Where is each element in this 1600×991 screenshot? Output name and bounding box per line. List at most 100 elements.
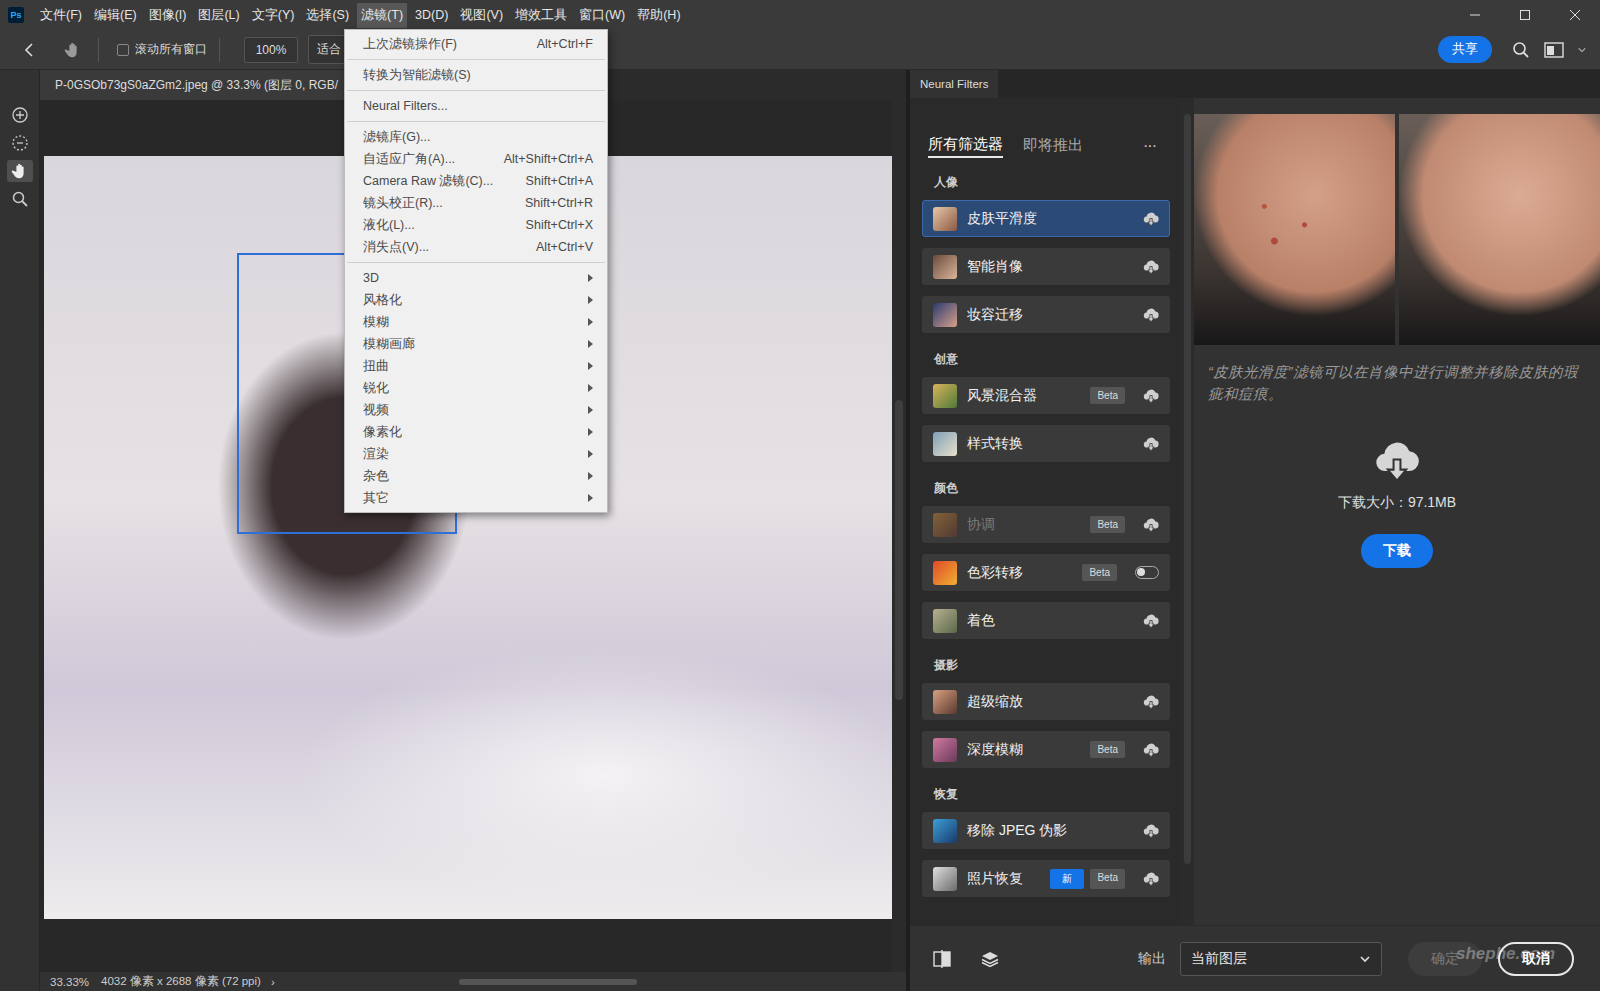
horizontal-scrollbar[interactable]	[299, 978, 886, 986]
tool-button[interactable]	[7, 104, 33, 126]
menu-item[interactable]: 窗口(W)	[575, 3, 629, 28]
filter-menu-item[interactable]: 渲染	[345, 443, 607, 465]
share-button[interactable]: 共享	[1438, 36, 1492, 63]
filter-item[interactable]: 皮肤平滑度	[922, 200, 1170, 237]
filter-thumbnail	[933, 738, 957, 762]
cloud-download-icon[interactable]	[1143, 307, 1159, 323]
cloud-download-icon[interactable]	[1143, 436, 1159, 452]
menu-item[interactable]: 3D(D)	[411, 4, 452, 26]
menu-item[interactable]: 图层(L)	[194, 3, 243, 28]
filter-item[interactable]: 色彩转移Beta	[922, 554, 1170, 591]
filter-item[interactable]: 智能肖像	[922, 248, 1170, 285]
tool-button[interactable]	[7, 160, 33, 182]
filter-menu-item[interactable]: 自适应广角(A)...Alt+Shift+Ctrl+A	[345, 148, 607, 170]
maximize-icon[interactable]	[1519, 9, 1531, 21]
watermark: shephe.com	[1456, 944, 1555, 964]
filter-item[interactable]: 超级缩放	[922, 683, 1170, 720]
minimize-icon[interactable]	[1469, 9, 1481, 21]
list-scrollbar[interactable]	[1180, 98, 1194, 925]
panel-tab[interactable]: Neural Filters	[910, 70, 998, 98]
category-title: 摄影	[934, 658, 1170, 672]
cloud-download-icon[interactable]	[1143, 259, 1159, 275]
cloud-download-icon[interactable]	[1143, 517, 1159, 533]
submenu-arrow-icon	[588, 384, 593, 392]
filter-list: 所有筛选器即将推出···人像皮肤平滑度智能肖像妆容迁移创意风景混合器Beta样式…	[910, 98, 1180, 925]
filter-tab[interactable]: 所有筛选器	[928, 135, 1003, 158]
filter-menu-item[interactable]: 3D	[345, 267, 607, 289]
app-logo[interactable]: Ps	[8, 7, 24, 23]
canvas-scrollbar[interactable]	[892, 100, 906, 972]
cloud-download-icon[interactable]	[1143, 388, 1159, 404]
status-more-button[interactable]: ›	[271, 976, 275, 988]
menu-item[interactable]: 视图(V)	[456, 3, 507, 28]
menu-item[interactable]: 选择(S)	[302, 3, 353, 28]
filter-toggle[interactable]	[1135, 566, 1159, 579]
menu-item[interactable]: 图像(I)	[145, 3, 191, 28]
menu-item[interactable]: 文字(Y)	[248, 3, 299, 28]
compare-icon[interactable]	[932, 949, 952, 969]
zoom-level[interactable]: 33.33%	[50, 976, 89, 988]
filter-menu-item[interactable]: Camera Raw 滤镜(C)...Shift+Ctrl+A	[345, 170, 607, 192]
close-icon[interactable]	[1569, 9, 1581, 21]
menu-item[interactable]: 文件(F)	[36, 3, 86, 28]
menu-item[interactable]: 帮助(H)	[633, 3, 684, 28]
filter-menu-item[interactable]: 转换为智能滤镜(S)	[345, 64, 607, 86]
filter-menu-item[interactable]: 扭曲	[345, 355, 607, 377]
filter-menu-item[interactable]: 视频	[345, 399, 607, 421]
back-icon[interactable]	[22, 42, 38, 58]
filter-menu-item[interactable]: 上次滤镜操作(F)Alt+Ctrl+F	[345, 33, 607, 55]
filter-menu-item[interactable]: 其它	[345, 487, 607, 509]
filter-menu-item[interactable]: 风格化	[345, 289, 607, 311]
filter-menu-item[interactable]: Neural Filters...	[345, 95, 607, 117]
filter-tab[interactable]: 即将推出	[1023, 136, 1083, 157]
download-size: 下载大小：97.1MB	[1338, 494, 1456, 512]
filter-menu-item[interactable]: 液化(L)...Shift+Ctrl+X	[345, 214, 607, 236]
filter-menu-item[interactable]: 模糊画廊	[345, 333, 607, 355]
filter-menu-item[interactable]: 像素化	[345, 421, 607, 443]
filter-item[interactable]: 风景混合器Beta	[922, 377, 1170, 414]
filter-item[interactable]: 移除 JPEG 伪影	[922, 812, 1170, 849]
filter-item[interactable]: 协调Beta	[922, 506, 1170, 543]
document-tab[interactable]: P-0GSOb73gS0aZGm2.jpeg @ 33.3% (图层 0, RG…	[40, 70, 375, 100]
filter-menu-item[interactable]: 杂色	[345, 465, 607, 487]
hand-icon[interactable]	[64, 41, 82, 59]
menu-item[interactable]: 滤镜(T)	[357, 3, 407, 28]
filter-menu-item[interactable]: 消失点(V)...Alt+Ctrl+V	[345, 236, 607, 258]
cloud-download-icon[interactable]	[1143, 823, 1159, 839]
menu-item[interactable]: 编辑(E)	[90, 3, 141, 28]
filter-menu-item[interactable]: 镜头校正(R)...Shift+Ctrl+R	[345, 192, 607, 214]
cloud-download-icon[interactable]	[1143, 694, 1159, 710]
filter-menu-item[interactable]: 锐化	[345, 377, 607, 399]
filter-menu-item[interactable]: 滤镜库(G)...	[345, 126, 607, 148]
ok-button[interactable]: 确定	[1408, 942, 1482, 976]
cloud-download-icon[interactable]	[1143, 871, 1159, 887]
output-dropdown[interactable]: 当前图层	[1180, 942, 1382, 976]
menu-item[interactable]: 增效工具	[511, 3, 571, 28]
download-button[interactable]: 下载	[1361, 534, 1433, 568]
filter-item[interactable]: 妆容迁移	[922, 296, 1170, 333]
cloud-download-icon[interactable]	[1143, 613, 1159, 629]
tool-button[interactable]	[7, 188, 33, 210]
cloud-download-icon[interactable]	[1143, 742, 1159, 758]
workspace-icon[interactable]	[1544, 42, 1564, 58]
cancel-button[interactable]: 取消	[1498, 942, 1574, 976]
scroll-all-label[interactable]: 滚动所有窗口	[135, 41, 207, 58]
layers-icon[interactable]	[980, 949, 1000, 969]
output-label: 输出	[1138, 950, 1166, 968]
filter-item[interactable]: 着色	[922, 602, 1170, 639]
tool-button[interactable]	[7, 132, 33, 154]
filter-menu-item[interactable]: 模糊	[345, 311, 607, 333]
search-icon[interactable]	[1512, 41, 1530, 59]
zoom-100-button[interactable]: 100%	[244, 37, 298, 63]
filter-item[interactable]: 样式转换	[922, 425, 1170, 462]
filter-badge: 新	[1050, 869, 1084, 889]
cloud-download-icon[interactable]	[1143, 211, 1159, 227]
filter-item[interactable]: 深度模糊Beta	[922, 731, 1170, 768]
submenu-arrow-icon	[588, 340, 593, 348]
filter-item[interactable]: 照片恢复新Beta	[922, 860, 1170, 897]
chevron-down-icon[interactable]	[1578, 46, 1586, 54]
menu-separator	[347, 90, 605, 91]
more-options-button[interactable]: ···	[1143, 137, 1156, 155]
photoshop-window: Ps 文件(F)编辑(E)图像(I)图层(L)文字(Y)选择(S)滤镜(T)3D(…	[0, 0, 1600, 991]
scroll-all-checkbox[interactable]	[117, 44, 129, 56]
